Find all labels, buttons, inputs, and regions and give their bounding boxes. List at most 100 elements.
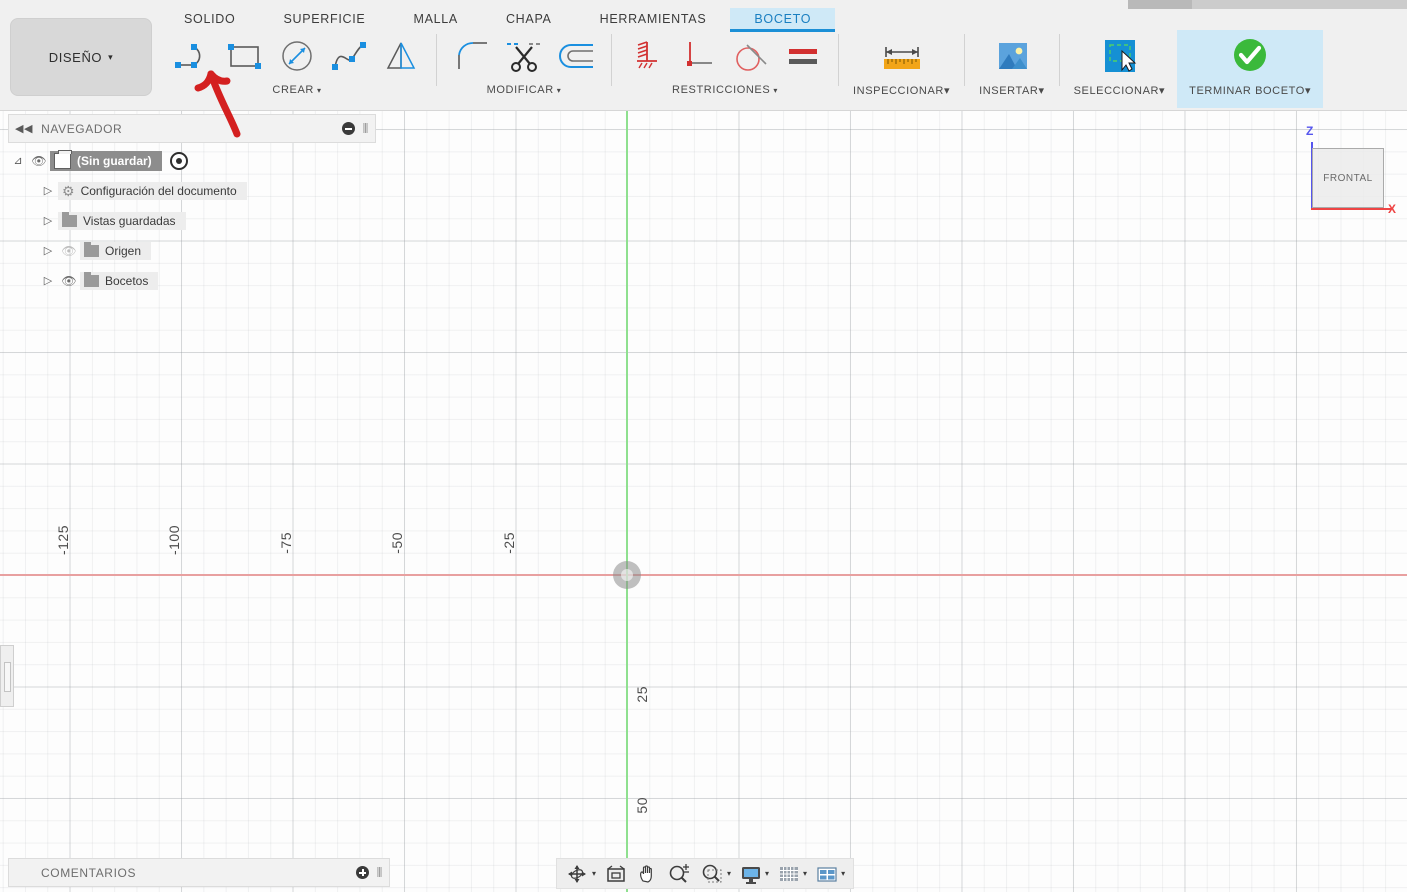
- tree-item-origen[interactable]: ▷ 👁 Origen: [38, 240, 376, 261]
- y-axis-line: [626, 0, 628, 892]
- tree-item-configuracion-documento[interactable]: ▷ ⚙ Configuración del documento: [38, 180, 376, 201]
- tree-item-chip[interactable]: ⚙ Configuración del documento: [58, 181, 247, 200]
- ribbon-group-label-crear[interactable]: CREAR ▾: [272, 84, 321, 96]
- mirror-icon[interactable]: [378, 32, 424, 80]
- look-at-icon[interactable]: [601, 861, 631, 886]
- expand-arrow-icon[interactable]: ▷: [38, 214, 58, 227]
- x-axis-line: [0, 574, 1407, 576]
- rectangle-icon[interactable]: [222, 32, 268, 80]
- chevron-down-icon: ▾: [1038, 85, 1045, 97]
- tab-solido[interactable]: SOLIDO: [160, 8, 259, 32]
- terminar-boceto-label: TERMINAR BOCETO▾: [1189, 84, 1311, 97]
- ribbon-group-restricciones: RESTRICCIONES ▾: [614, 30, 836, 108]
- fix-ground-icon[interactable]: [624, 32, 670, 80]
- x-axis-label: X: [1388, 202, 1397, 216]
- tab-superficie[interactable]: SUPERFICIE: [259, 8, 389, 32]
- tree-item-bocetos[interactable]: ▷ 👁 Bocetos: [38, 270, 376, 291]
- terminar-boceto-button[interactable]: TERMINAR BOCETO▾: [1177, 30, 1324, 108]
- tree-item-label: Configuración del documento: [80, 183, 237, 198]
- chevron-down-icon: ▾: [841, 869, 846, 878]
- z-axis-label: Z: [1306, 124, 1314, 138]
- viewport-layout-icon[interactable]: ▾: [812, 861, 849, 886]
- visibility-eye-icon[interactable]: 👁: [58, 274, 80, 288]
- orbit-icon[interactable]: ▾: [561, 861, 600, 886]
- tree-item-chip[interactable]: (Sin guardar): [50, 149, 162, 171]
- ribbon-separator: [436, 34, 437, 86]
- view-cube[interactable]: Z X FRONTAL: [1300, 120, 1400, 220]
- line-arc-icon[interactable]: [170, 32, 216, 80]
- pan-hand-icon[interactable]: [632, 861, 662, 886]
- terminar-boceto-label-text: TERMINAR BOCETO: [1189, 85, 1305, 97]
- ribbon-separator: [1058, 34, 1060, 86]
- expand-arrow-icon[interactable]: ▷: [38, 274, 58, 287]
- navigator-header: ◀◀ NAVEGADOR ⦀: [8, 114, 376, 143]
- activate-component-radio[interactable]: [169, 151, 188, 170]
- navigator-panel: ◀◀ NAVEGADOR ⦀ ⊿ 👁 (Sin guardar) ▷ ⚙ Con…: [8, 114, 376, 300]
- tangent-icon[interactable]: [728, 32, 774, 80]
- inspeccionar-button[interactable]: INSPECCIONAR▾: [841, 30, 962, 108]
- panel-resize-grip[interactable]: ⦀: [377, 865, 383, 881]
- tree-item-label: Origen: [105, 243, 142, 258]
- restricciones-label-text: RESTRICCIONES: [672, 84, 771, 96]
- left-edge-scroll-strip[interactable]: [0, 645, 14, 707]
- ribbon-group-crear: CREAR ▾: [160, 30, 434, 108]
- tree-item-chip[interactable]: Bocetos: [80, 271, 159, 290]
- circle-icon[interactable]: [274, 32, 320, 80]
- tab-chapa[interactable]: CHAPA: [482, 8, 576, 32]
- tick-label-x: -75: [278, 532, 294, 554]
- visibility-eye-off-icon[interactable]: 👁: [58, 244, 80, 258]
- chevron-down-icon: ▾: [1304, 85, 1312, 97]
- perpendicular-icon[interactable]: [676, 32, 722, 80]
- viewcube-front-face[interactable]: FRONTAL: [1312, 148, 1384, 208]
- offset-icon[interactable]: [553, 32, 599, 80]
- tick-label-x: -100: [166, 525, 182, 556]
- measure-ruler-icon: [874, 30, 930, 82]
- minus-circle-icon[interactable]: [341, 122, 355, 135]
- visibility-eye-icon[interactable]: 👁: [28, 154, 50, 168]
- sketch-origin-point[interactable]: [613, 561, 641, 589]
- tick-label-x: -125: [55, 525, 71, 556]
- chevron-down-icon: ▾: [556, 86, 562, 95]
- modificar-label-text: MODIFICAR: [486, 84, 554, 96]
- folder-icon: [84, 271, 99, 287]
- modificar-tool-icons: [449, 30, 599, 82]
- ribbon-toolbar: DISEÑO ▾ SOLIDO SUPERFICIE MALLA CHAPA H…: [0, 0, 1407, 111]
- window-titlebar-stub: [1128, 0, 1407, 9]
- insertar-button[interactable]: INSERTAR▾: [967, 30, 1057, 108]
- ribbon-group-label-restricciones[interactable]: RESTRICCIONES ▾: [672, 84, 778, 96]
- equal-icon[interactable]: [780, 32, 826, 80]
- tree-item-vistas-guardadas[interactable]: ▷ Vistas guardadas: [38, 210, 376, 231]
- chevron-down-icon: ▾: [316, 86, 322, 95]
- expand-arrow-icon[interactable]: ▷: [38, 184, 58, 197]
- expand-arrow-icon[interactable]: ⊿: [8, 154, 28, 167]
- panel-resize-grip[interactable]: ⦀: [363, 121, 369, 137]
- ribbon-group-label-modificar[interactable]: MODIFICAR ▾: [487, 84, 562, 96]
- zoom-window-icon[interactable]: ▾: [696, 861, 735, 886]
- zoom-icon[interactable]: [663, 861, 695, 886]
- trim-scissors-icon[interactable]: [501, 32, 547, 80]
- tree-item-chip[interactable]: Vistas guardadas: [58, 211, 186, 230]
- document-tab-chip[interactable]: [1128, 0, 1192, 9]
- spline-icon[interactable]: [326, 32, 372, 80]
- tab-boceto[interactable]: BOCETO: [730, 8, 836, 32]
- restricciones-tool-icons: [624, 30, 826, 82]
- tree-item-chip[interactable]: Origen: [80, 241, 152, 260]
- tree-item-sin-guardar[interactable]: ⊿ 👁 (Sin guardar): [8, 149, 376, 171]
- comments-panel-header[interactable]: COMENTARIOS ⦀: [8, 858, 390, 887]
- chevron-down-icon: ▾: [943, 85, 951, 97]
- ribbon-groups: CREAR ▾ MODIFICAR ▾ RESTRICCIONES ▾ INSP…: [160, 30, 1324, 108]
- grid-snaps-icon[interactable]: ▾: [774, 861, 811, 886]
- tab-malla[interactable]: MALLA: [389, 8, 482, 32]
- tab-herramientas[interactable]: HERRAMIENTAS: [576, 8, 731, 32]
- workspace-switcher-button[interactable]: DISEÑO ▾: [10, 18, 152, 96]
- crear-label-text: CREAR: [272, 84, 314, 96]
- crear-tool-icons: [170, 30, 424, 82]
- tick-label-y: 50: [634, 797, 650, 814]
- seleccionar-button[interactable]: SELECCIONAR▾: [1062, 30, 1178, 108]
- expand-arrow-icon[interactable]: ▷: [38, 244, 58, 257]
- fillet-icon[interactable]: [449, 32, 495, 80]
- display-settings-icon[interactable]: ▾: [736, 861, 773, 886]
- plus-circle-icon[interactable]: [355, 866, 369, 879]
- green-check-icon: [1228, 30, 1272, 82]
- collapse-panel-icon[interactable]: ◀◀: [15, 122, 33, 135]
